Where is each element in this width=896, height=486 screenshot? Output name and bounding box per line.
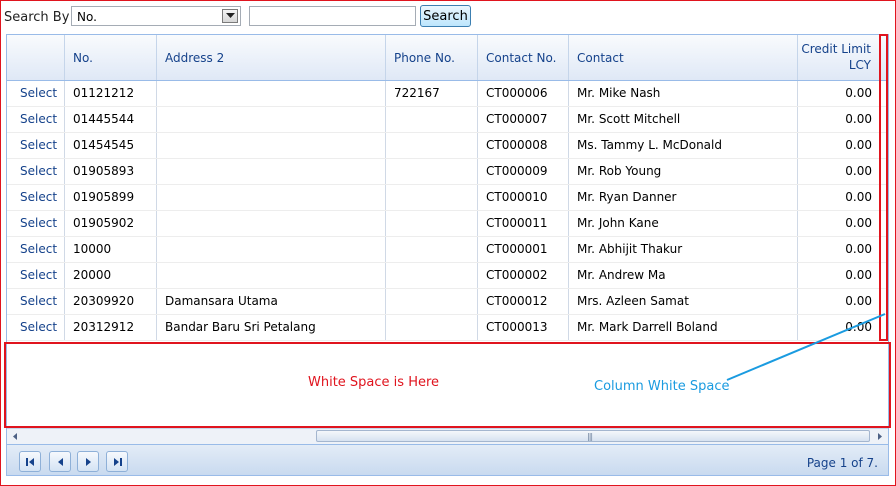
annotation-pointer-line [726,313,886,381]
